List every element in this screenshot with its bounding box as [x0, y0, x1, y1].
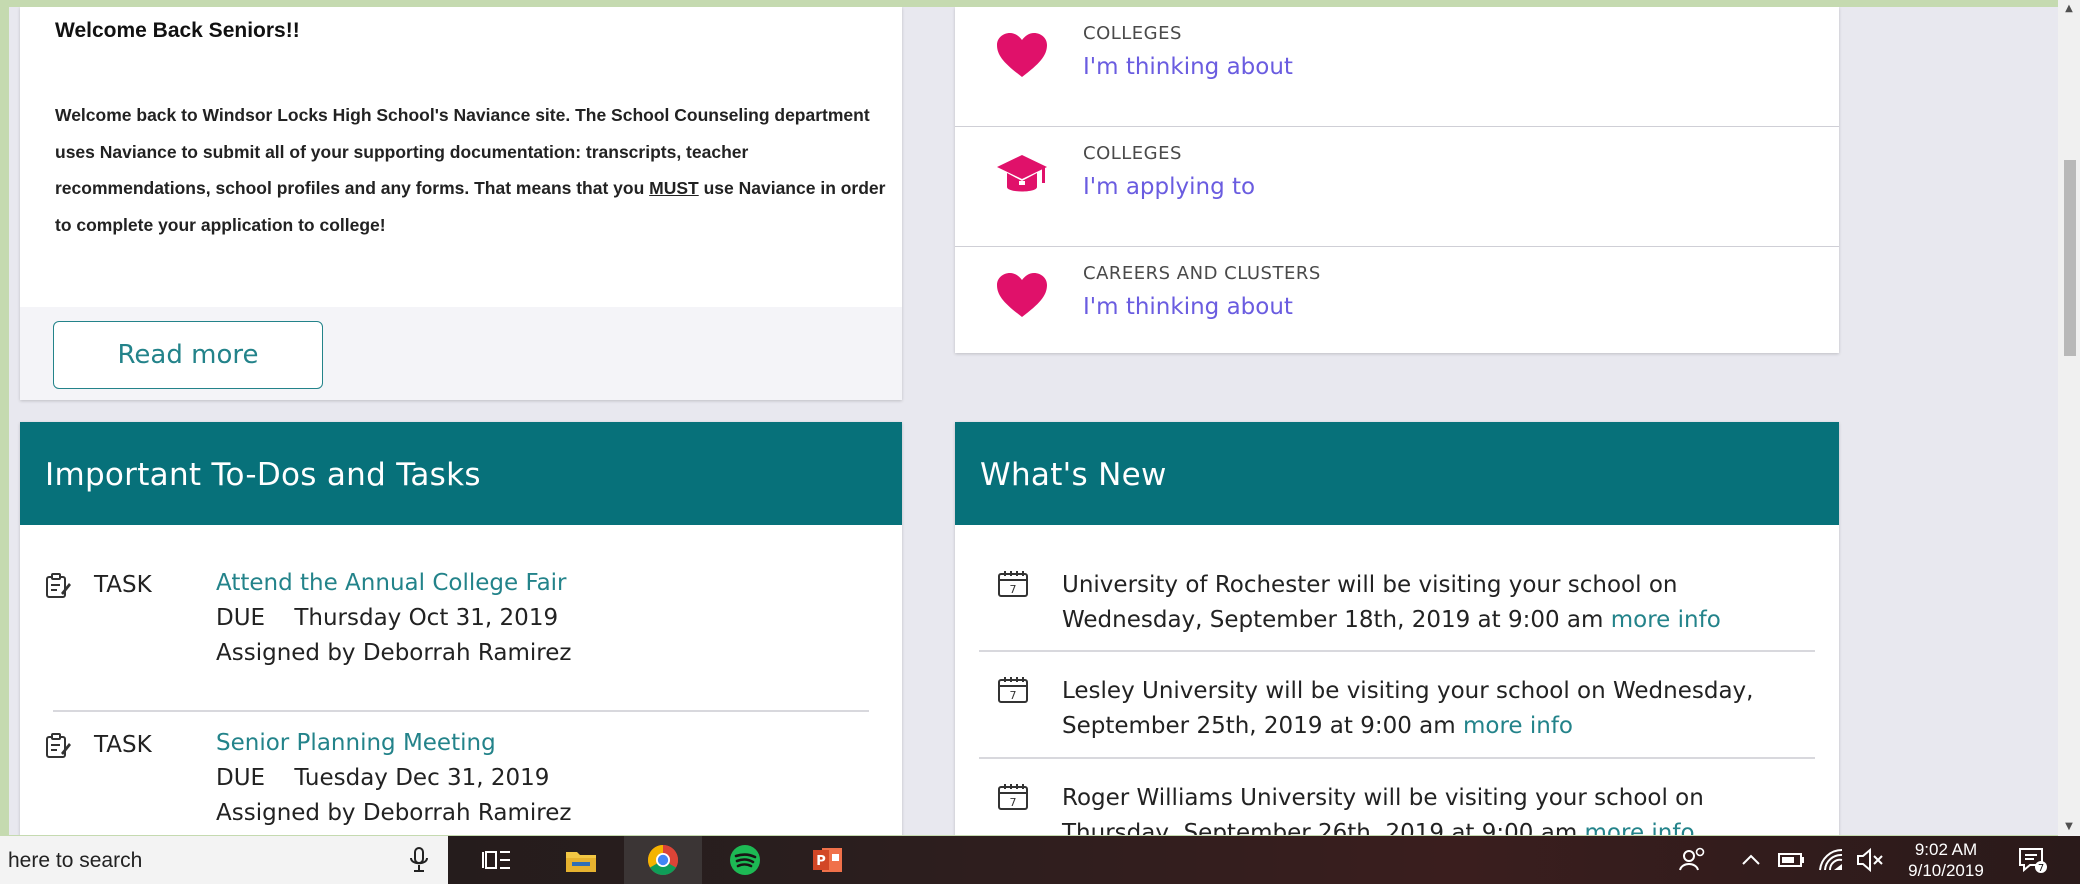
todos-card: Important To-Dos and Tasks TASK Attend t…: [20, 422, 902, 835]
chrome-button[interactable]: [624, 836, 702, 884]
notification-icon: 7: [2019, 848, 2047, 874]
task-kind: TASK: [94, 572, 152, 598]
colleges-thinking-link[interactable]: I'm thinking about: [1083, 54, 1293, 80]
heart-icon: [995, 31, 1049, 81]
calendar-icon: 7: [997, 676, 1029, 704]
battery-icon: [1778, 853, 1804, 867]
welcome-card: Welcome Back Seniors!! Welcome back to W…: [20, 7, 902, 400]
powerpoint-button[interactable]: P: [788, 836, 866, 884]
taskbar: here to search P 9:02 AM 9/10/2019 7: [0, 836, 2080, 884]
scroll-up-arrow-icon[interactable]: ▲: [2058, 2, 2080, 16]
wifi-button[interactable]: [1816, 836, 1846, 884]
welcome-body-must: MUST: [649, 178, 699, 198]
colleges-kicker: COLLEGES: [1083, 23, 1182, 44]
graduation-cap-icon: [995, 151, 1049, 201]
more-info-link[interactable]: more info: [1611, 607, 1721, 633]
careers-kicker: CAREERS AND CLUSTERS: [1083, 263, 1321, 284]
chevron-up-icon: [1742, 854, 1760, 865]
volume-button[interactable]: [1854, 836, 1888, 884]
task-view-button[interactable]: [458, 836, 536, 884]
action-center-button[interactable]: 7: [2018, 846, 2048, 874]
news-divider: [979, 650, 1815, 652]
chrome-icon: [647, 845, 679, 876]
taskbar-search-box[interactable]: here to search: [0, 836, 448, 884]
welcome-body: Welcome back to Windsor Locks High Schoo…: [55, 97, 895, 243]
news-text: Roger Williams University will be visiti…: [1062, 781, 1822, 835]
task-icon: [44, 732, 72, 760]
calendar-icon: 7: [997, 783, 1029, 811]
scrollbar-thumb[interactable]: [2064, 160, 2076, 356]
powerpoint-icon: P: [813, 848, 842, 872]
clock-date: 9/10/2019: [1908, 861, 1984, 880]
task-assigned-by: Assigned by Deborrah Ramirez: [216, 800, 572, 826]
news-item: 7 Roger Williams University will be visi…: [955, 765, 1839, 835]
colleges-thinking-row[interactable]: COLLEGES I'm thinking about: [955, 7, 1839, 127]
welcome-card-footer: Read more: [20, 307, 902, 400]
svg-text:P: P: [816, 854, 826, 869]
task-title-link[interactable]: Senior Planning Meeting: [216, 730, 496, 756]
more-info-link[interactable]: more info: [1463, 713, 1573, 739]
scroll-down-arrow-icon[interactable]: ▼: [2058, 820, 2080, 834]
more-info-link[interactable]: more info: [1585, 820, 1695, 835]
battery-button[interactable]: [1776, 836, 1806, 884]
task-due: DUE Thursday Oct 31, 2019: [216, 605, 559, 631]
news-item: 7 University of Rochester will be visiti…: [955, 552, 1839, 658]
people-button[interactable]: [1676, 836, 1710, 884]
news-description: University of Rochester will be visiting…: [1062, 572, 1678, 633]
spotify-button[interactable]: [706, 836, 784, 884]
colleges-card: COLLEGES I'm thinking about COLLEGES I'm…: [955, 7, 1839, 353]
search-placeholder: here to search: [8, 849, 143, 872]
whats-new-card: What's New 7 University of Rochester wil…: [955, 422, 1839, 835]
whats-new-header: What's New: [955, 422, 1839, 525]
task-view-icon: [482, 851, 510, 869]
todos-title: Important To-Dos and Tasks: [45, 457, 481, 493]
news-text: University of Rochester will be visiting…: [1062, 568, 1822, 638]
task-icon: [44, 572, 72, 600]
news-divider: [979, 757, 1815, 759]
browser-viewport: Welcome Back Seniors!! Welcome back to W…: [9, 7, 2067, 835]
task-item: TASK Attend the Annual College Fair DUE …: [20, 552, 902, 712]
colleges-kicker: COLLEGES: [1083, 143, 1182, 164]
todos-header: Important To-Dos and Tasks: [20, 422, 902, 525]
folder-icon: [566, 852, 596, 872]
task-kind: TASK: [94, 732, 152, 758]
read-more-button[interactable]: Read more: [53, 321, 323, 389]
file-explorer-button[interactable]: [542, 836, 620, 884]
svg-text:7: 7: [1010, 583, 1017, 596]
microphone-icon[interactable]: [408, 846, 430, 874]
people-icon: [1679, 847, 1705, 871]
colleges-applying-row[interactable]: COLLEGES I'm applying to: [955, 127, 1839, 247]
careers-thinking-link[interactable]: I'm thinking about: [1083, 294, 1293, 320]
heart-icon: [995, 271, 1049, 321]
task-due: DUE Tuesday Dec 31, 2019: [216, 765, 550, 791]
wifi-icon: [1819, 848, 1843, 871]
vertical-scrollbar[interactable]: ▲ ▼: [2058, 0, 2080, 836]
system-clock[interactable]: 9:02 AM 9/10/2019: [1896, 839, 1996, 881]
svg-text:7: 7: [1010, 796, 1017, 809]
task-title-link[interactable]: Attend the Annual College Fair: [216, 570, 567, 596]
news-text: Lesley University will be visiting your …: [1062, 674, 1822, 744]
volume-muted-icon: [1857, 847, 1883, 873]
whats-new-title: What's New: [980, 457, 1167, 493]
notification-count: 7: [2038, 863, 2044, 874]
task-item: TASK Senior Planning Meeting DUE Tuesday…: [20, 712, 902, 835]
colleges-applying-link[interactable]: I'm applying to: [1083, 174, 1255, 200]
task-assigned-by: Assigned by Deborrah Ramirez: [216, 640, 572, 666]
show-hidden-icons-button[interactable]: [1736, 836, 1766, 884]
calendar-icon: 7: [997, 570, 1029, 598]
news-description: Lesley University will be visiting your …: [1062, 678, 1754, 739]
news-item: 7 Lesley University will be visiting you…: [955, 658, 1839, 764]
spotify-icon: [730, 845, 760, 875]
welcome-title: Welcome Back Seniors!!: [55, 19, 300, 42]
clock-time: 9:02 AM: [1914, 840, 1978, 859]
careers-thinking-row[interactable]: CAREERS AND CLUSTERS I'm thinking about: [955, 247, 1839, 367]
svg-text:7: 7: [1010, 689, 1017, 702]
